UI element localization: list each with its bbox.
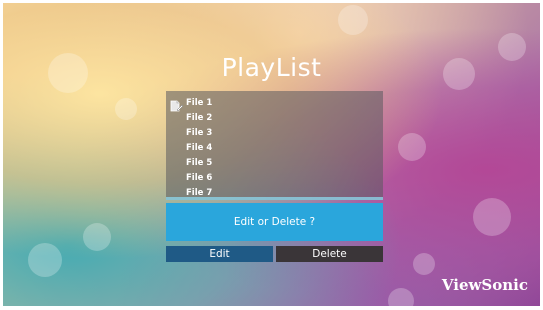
list-item-file-3[interactable]: File 3 — [170, 125, 370, 140]
file-icon-blank — [170, 127, 184, 139]
bokeh-light — [83, 223, 111, 251]
file-icon-blank — [170, 112, 184, 124]
file-icon-blank — [170, 157, 184, 169]
file-label: File 1 — [186, 97, 213, 108]
bokeh-light — [115, 98, 137, 120]
bokeh-light — [398, 133, 426, 161]
edit-delete-dialog: Edit or Delete ? — [166, 203, 383, 241]
list-item-file-5[interactable]: File 5 — [170, 155, 370, 170]
bokeh-light — [413, 253, 435, 275]
list-item-file-1[interactable]: File 1 — [170, 95, 370, 111]
file-icon-blank — [170, 142, 184, 154]
bokeh-light — [338, 5, 368, 35]
edit-button[interactable]: Edit — [166, 246, 273, 262]
file-label: File 6 — [186, 172, 213, 183]
screen-background: PlayList File 1 File 2 File 3 File 4 Fil… — [3, 3, 540, 306]
playlist-file-list[interactable]: File 1 File 2 File 3 File 4 File 5 File … — [166, 91, 383, 200]
file-edit-icon — [170, 97, 184, 111]
bokeh-light — [473, 198, 511, 236]
file-label: File 2 — [186, 112, 213, 123]
list-divider — [166, 197, 383, 200]
page-title: PlayList — [221, 53, 322, 82]
delete-button[interactable]: Delete — [276, 246, 383, 262]
bokeh-light — [28, 243, 62, 277]
file-label: File 3 — [186, 127, 213, 138]
list-item-file-2[interactable]: File 2 — [170, 110, 370, 125]
brand-logo: ViewSonic — [441, 276, 528, 294]
bokeh-light — [388, 288, 414, 306]
dialog-prompt: Edit or Delete ? — [233, 216, 316, 228]
file-label: File 4 — [186, 142, 213, 153]
file-label: File 5 — [186, 157, 213, 168]
list-item-file-4[interactable]: File 4 — [170, 140, 370, 155]
file-icon-blank — [170, 172, 184, 184]
list-item-file-6[interactable]: File 6 — [170, 170, 370, 185]
file-label: File 7 — [186, 187, 213, 198]
